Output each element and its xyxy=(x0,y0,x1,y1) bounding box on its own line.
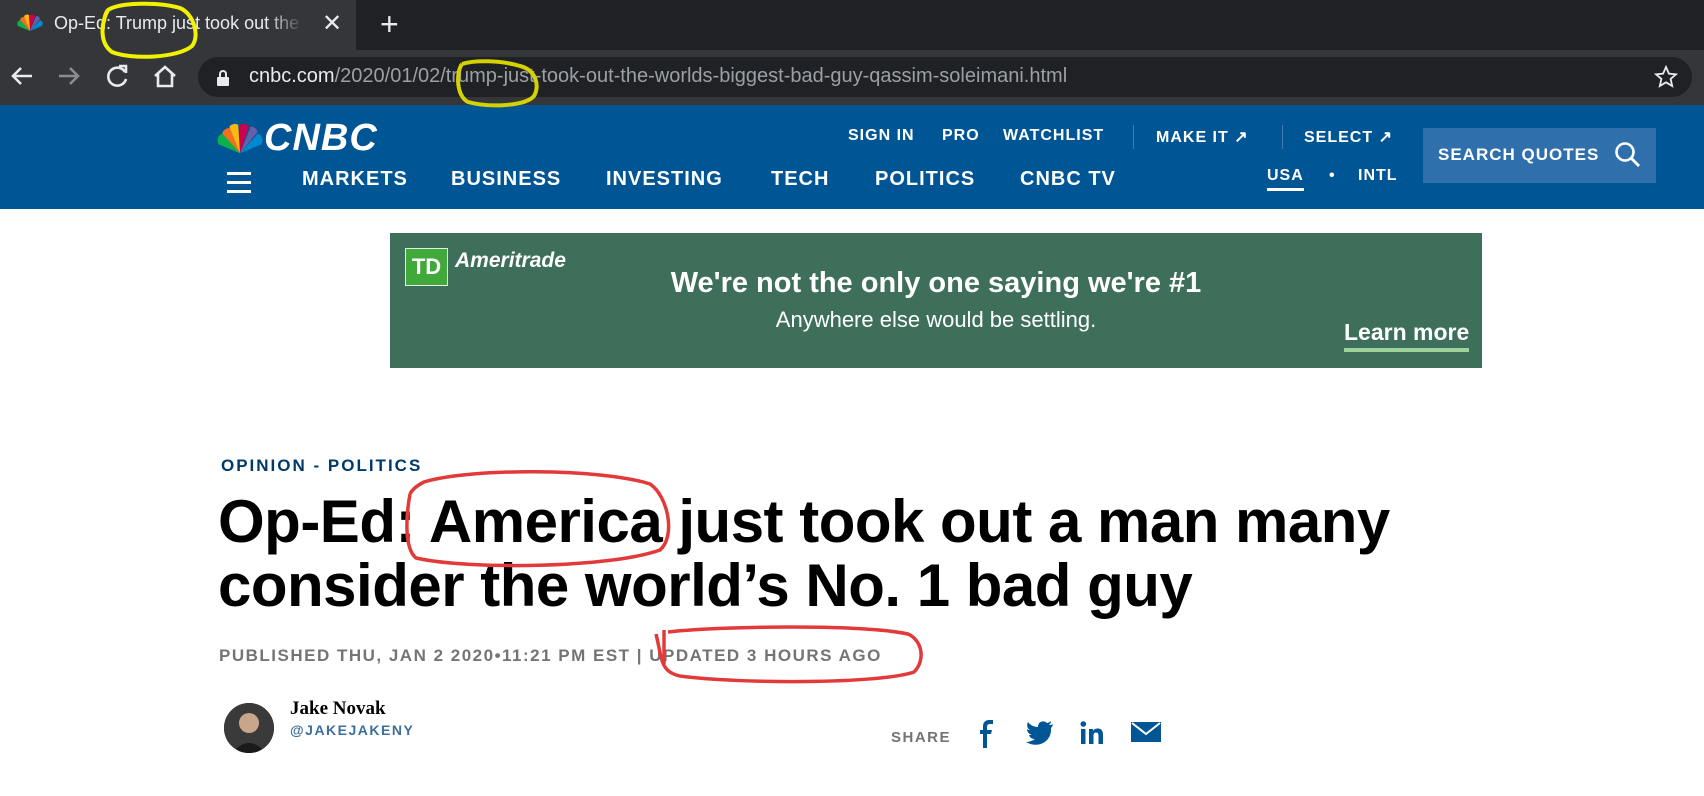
back-arrow-icon[interactable] xyxy=(6,60,38,92)
divider xyxy=(1133,125,1134,149)
url-host: cnbc.com xyxy=(249,65,335,87)
sign-in-link[interactable]: SIGN IN xyxy=(848,127,915,145)
twitter-icon[interactable] xyxy=(1026,720,1054,746)
share-label: SHARE xyxy=(891,729,952,746)
new-tab-button[interactable]: + xyxy=(380,8,399,40)
facebook-icon[interactable] xyxy=(978,720,996,748)
publish-timestamp: PUBLISHED THU, JAN 2 2020•11:21 PM EST |… xyxy=(219,646,882,665)
lock-icon xyxy=(217,70,229,86)
region-separator: • xyxy=(1329,167,1336,184)
make-it-link[interactable]: MAKE IT ↗ xyxy=(1156,127,1249,147)
nav-business[interactable]: BUSINESS xyxy=(451,168,561,191)
tab-title: Op-Ed: Trump just took out the world's b… xyxy=(54,13,304,33)
nav-markets[interactable]: MARKETS xyxy=(302,168,408,191)
search-quotes-button[interactable]: SEARCH QUOTES xyxy=(1423,128,1656,183)
reload-icon[interactable] xyxy=(101,60,133,92)
site-header: CNBC SIGN IN PRO WATCHLIST MAKE IT ↗ SEL… xyxy=(0,105,1704,209)
search-icon xyxy=(1615,142,1640,167)
address-bar[interactable]: cnbc.com/2020/01/02/trump-just-took-out-… xyxy=(198,57,1692,97)
ad-headline: We're not the only one saying we're #1 xyxy=(670,267,1202,299)
browser-tab-strip: Op-Ed: Trump just took out the world's b… xyxy=(0,0,1704,50)
forward-arrow-icon[interactable] xyxy=(53,60,85,92)
email-icon[interactable] xyxy=(1131,720,1161,744)
close-tab-icon[interactable]: ✕ xyxy=(322,12,342,36)
nbc-peacock-icon xyxy=(17,14,43,31)
external-link-icon: ↗ xyxy=(1378,129,1393,146)
author-handle[interactable]: @JAKEJAKENY xyxy=(290,722,414,738)
browser-toolbar: cnbc.com/2020/01/02/trump-just-took-out-… xyxy=(0,50,1704,105)
watchlist-link[interactable]: WATCHLIST xyxy=(1003,127,1104,145)
author-name[interactable]: Jake Novak xyxy=(290,698,386,720)
hamburger-icon[interactable] xyxy=(227,172,251,193)
browser-tab[interactable]: Op-Ed: Trump just took out the world's b… xyxy=(0,0,356,50)
nbc-peacock-icon xyxy=(217,123,263,154)
logo-wordmark: CNBC xyxy=(264,117,378,159)
article-headline: Op-Ed: America just took out a man many … xyxy=(218,488,1390,619)
url-path: /2020/01/02/trump-just-took-out-the-worl… xyxy=(334,65,1068,87)
select-link[interactable]: SELECT ↗ xyxy=(1304,127,1393,147)
nav-cnbc-tv[interactable]: CNBC TV xyxy=(1020,168,1116,191)
external-link-icon: ↗ xyxy=(1234,129,1249,146)
region-usa[interactable]: USA xyxy=(1267,167,1304,191)
pro-link[interactable]: PRO xyxy=(942,127,980,145)
star-icon[interactable] xyxy=(1654,65,1678,89)
ad-banner[interactable]: TD Ameritrade We're not the only one say… xyxy=(390,233,1482,368)
home-icon[interactable] xyxy=(149,60,181,92)
nav-tech[interactable]: TECH xyxy=(771,168,829,191)
author-avatar[interactable] xyxy=(224,703,274,753)
url-text: cnbc.com/2020/01/02/trump-just-took-out-… xyxy=(249,65,1067,88)
article-kicker[interactable]: OPINION - POLITICS xyxy=(221,456,422,476)
linkedin-icon[interactable] xyxy=(1080,720,1104,746)
search-quotes-label: SEARCH QUOTES xyxy=(1438,145,1600,164)
ad-subline: Anywhere else would be settling. xyxy=(775,307,1097,332)
make-it-label: MAKE IT xyxy=(1156,129,1229,146)
divider xyxy=(1282,125,1283,149)
region-intl[interactable]: INTL xyxy=(1358,167,1398,185)
learn-more-link[interactable]: Learn more xyxy=(1344,319,1470,352)
nav-politics[interactable]: POLITICS xyxy=(875,168,975,191)
author-photo xyxy=(224,703,274,753)
select-label: SELECT xyxy=(1304,129,1374,146)
nav-investing[interactable]: INVESTING xyxy=(606,168,723,191)
